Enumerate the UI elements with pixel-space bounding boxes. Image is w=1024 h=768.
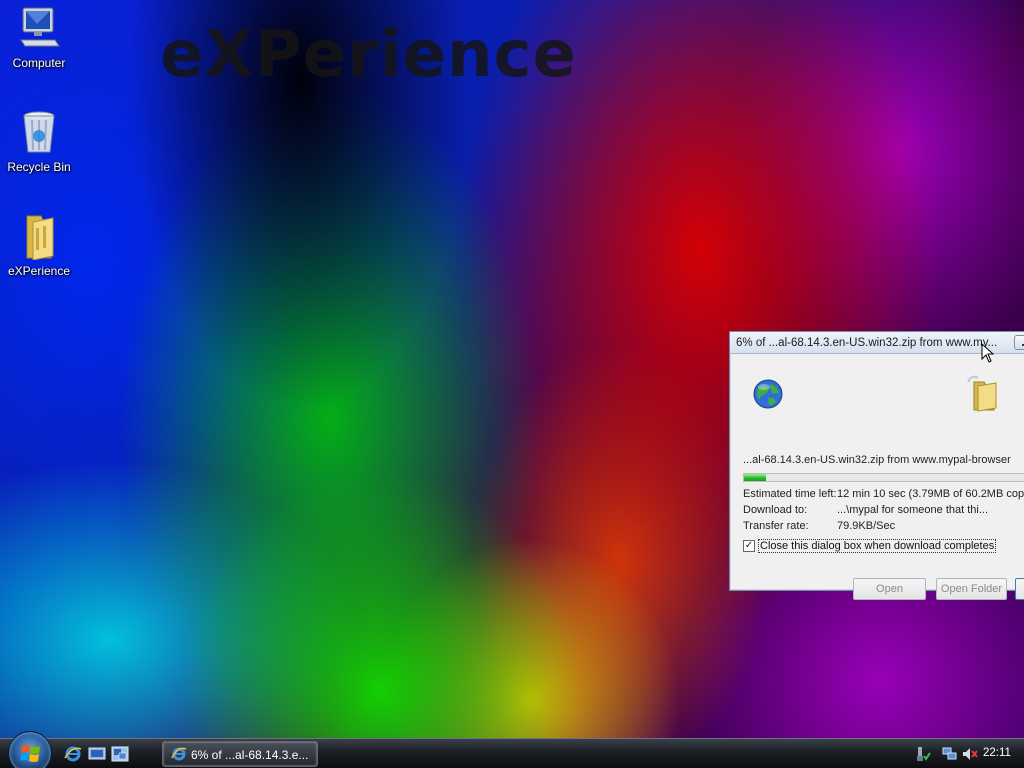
internet-explorer-icon (171, 746, 187, 762)
taskbar: 6% of ...al-68.14.3.e... 22:11 (0, 731, 1024, 768)
mouse-cursor-icon (981, 342, 995, 363)
folder-icon (15, 212, 63, 261)
close-when-complete-checkbox[interactable]: ✓ (743, 540, 755, 552)
minimize-button[interactable] (1014, 335, 1024, 350)
download-progress-bar (743, 473, 1024, 482)
dialog-body: ...al-68.14.3.en-US.win32.zip from www.m… (730, 354, 1024, 600)
globe-icon (752, 378, 784, 410)
taskbar-clock[interactable]: 22:11 (983, 747, 1011, 759)
windows-logo-icon (20, 745, 40, 762)
download-to-value: ...\mypal for someone that thi... (837, 504, 989, 516)
safely-remove-hardware-icon[interactable] (915, 746, 931, 762)
computer-icon (15, 4, 63, 52)
taskbar-item-download[interactable]: 6% of ...al-68.14.3.e... (162, 741, 318, 767)
cancel-button[interactable] (1015, 578, 1024, 600)
desktop-icon-label: eXPerience (7, 264, 71, 278)
network-icon[interactable] (942, 746, 958, 762)
open-folder-button[interactable]: Open Folder (936, 578, 1007, 600)
desktop-icon-label: Computer (12, 56, 66, 70)
transfer-rate-value: 79.9KB/Sec (837, 520, 896, 532)
internet-explorer-icon[interactable] (64, 746, 82, 762)
open-button[interactable]: Open (853, 578, 926, 600)
desktop-icon-experience-folder[interactable]: eXPerience (0, 212, 78, 278)
download-to-label: Download to: (743, 504, 808, 516)
progress-fill (744, 474, 767, 481)
start-button[interactable] (8, 731, 52, 768)
dialog-title: 6% of ...al-68.14.3.en-US.win32.zip from… (736, 337, 998, 349)
transfer-rate-label: Transfer rate: (743, 520, 809, 532)
desktop-icon-label: Recycle Bin (7, 160, 71, 174)
show-desktop-icon[interactable] (88, 746, 106, 762)
download-source: ...al-68.14.3.en-US.win32.zip from www.m… (743, 454, 1011, 466)
close-when-complete-label[interactable]: Close this dialog box when download comp… (758, 539, 997, 553)
download-dialog: 6% of ...al-68.14.3.en-US.win32.zip from… (729, 331, 1024, 600)
dialog-titlebar[interactable]: 6% of ...al-68.14.3.en-US.win32.zip from… (730, 332, 1024, 354)
recycle-bin-icon (15, 108, 63, 156)
estimated-time-label: Estimated time left: (743, 488, 837, 500)
wallpaper-logo-text: eXPerience (160, 18, 577, 92)
switch-windows-icon[interactable] (111, 746, 129, 762)
volume-muted-icon[interactable] (962, 746, 978, 762)
taskbar-item-label: 6% of ...al-68.14.3.e... (191, 748, 309, 762)
desktop-icon-computer[interactable]: Computer (0, 4, 78, 70)
desktop-icon-recycle-bin[interactable]: Recycle Bin (0, 108, 78, 174)
folder-icon (966, 370, 1000, 412)
estimated-time-value: 12 min 10 sec (3.79MB of 60.2MB copie (837, 488, 1024, 500)
